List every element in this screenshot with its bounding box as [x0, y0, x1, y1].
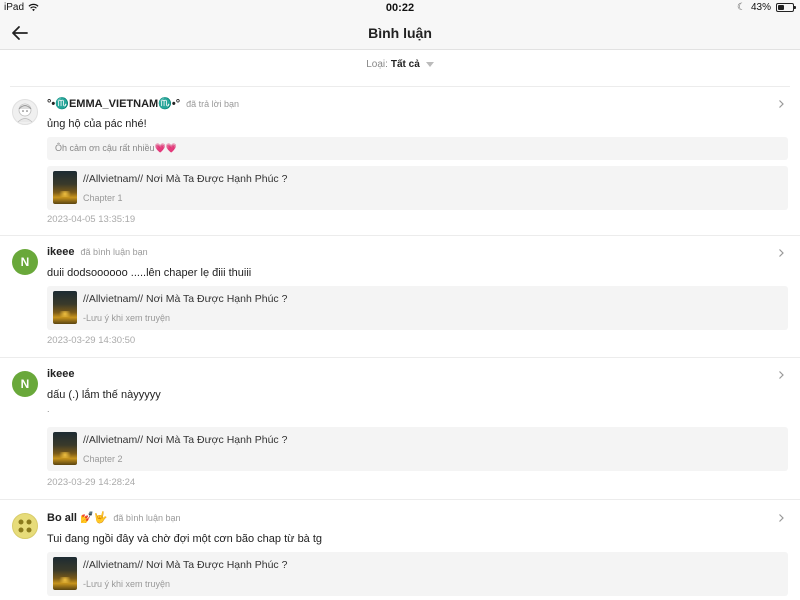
page-title: Bình luận: [368, 25, 432, 41]
story-thumbnail: [53, 432, 77, 465]
anime-avatar-icon: [17, 103, 33, 123]
story-card[interactable]: //Allvietnam// Nơi Mà Ta Được Hạnh Phúc …: [47, 166, 788, 210]
comment-list: °•♏EMMA_VIETNAM♏•° đã trả lời bạn ủng hộ…: [0, 87, 800, 600]
comment-item[interactable]: N ikeee dấu (.) lắm thế nàyyyyy . //Allv…: [0, 358, 800, 500]
timestamp: 2023-03-29 14:28:24: [47, 477, 136, 488]
story-thumbnail: [53, 291, 77, 324]
story-title: //Allvietnam// Nơi Mà Ta Được Hạnh Phúc …: [83, 293, 288, 305]
username[interactable]: ikeee: [47, 246, 75, 258]
story-chapter: -Lưu ý khi xem truyện: [83, 579, 171, 589]
battery-fill: [778, 5, 785, 10]
nav-bar: Bình luận: [0, 16, 800, 50]
story-title: //Allvietnam// Nơi Mà Ta Được Hạnh Phúc …: [83, 434, 288, 446]
comment-text-extra: .: [47, 404, 50, 414]
comment-item[interactable]: N ikeee đã bình luận bạn duii dodsoooooo…: [0, 236, 800, 358]
story-thumbnail: [53, 557, 77, 590]
quoted-reply: Ôh cảm ơn cậu rất nhiều💗💗: [47, 137, 788, 160]
timestamp: 2023-03-29 14:30:50: [47, 335, 136, 346]
comment-text: Tui đang ngồi đây và chờ đợi một cơn bão…: [47, 533, 323, 545]
action-text: đã bình luận bạn: [113, 512, 181, 523]
battery-percent: 43%: [750, 2, 771, 13]
story-thumbnail: [53, 171, 77, 204]
story-title: //Allvietnam// Nơi Mà Ta Được Hạnh Phúc …: [83, 559, 288, 571]
filter-bar: Loại: Tất cả: [0, 51, 800, 79]
comment-item[interactable]: °•♏EMMA_VIETNAM♏•° đã trả lời bạn ủng hộ…: [0, 87, 800, 236]
story-chapter: Chapter 2: [83, 454, 123, 464]
battery-icon: [776, 3, 796, 12]
chevron-right-icon[interactable]: [776, 248, 786, 258]
comment-item[interactable]: Bo all 💅🤟 đã bình luận bạn Tui đang ngồi…: [0, 500, 800, 600]
moon-icon: ☾: [737, 2, 746, 13]
avatar[interactable]: [12, 513, 38, 539]
story-card[interactable]: //Allvietnam// Nơi Mà Ta Được Hạnh Phúc …: [47, 552, 788, 596]
clock: 00:22: [385, 2, 415, 14]
chevron-right-icon[interactable]: [776, 370, 786, 380]
avatar[interactable]: N: [12, 371, 38, 397]
comment-text: ủng hộ của pác nhé!: [47, 118, 147, 130]
avatar[interactable]: [12, 99, 38, 125]
story-card[interactable]: //Allvietnam// Nơi Mà Ta Được Hạnh Phúc …: [47, 427, 788, 471]
username[interactable]: ikeee: [47, 368, 75, 380]
action-text: đã bình luận bạn: [80, 247, 148, 257]
filter-dropdown[interactable]: Loại: Tất cả: [366, 59, 434, 70]
avatar-letter: N: [20, 377, 30, 391]
filter-value: Tất cả: [390, 59, 420, 70]
story-chapter: -Lưu ý khi xem truyện: [83, 313, 171, 323]
username[interactable]: °•♏EMMA_VIETNAM♏•°: [47, 97, 180, 110]
timestamp: 2023-04-05 13:35:19: [47, 214, 136, 225]
story-chapter: Chapter 1: [83, 193, 123, 203]
username[interactable]: Bo all 💅🤟: [47, 511, 107, 524]
story-card[interactable]: //Allvietnam// Nơi Mà Ta Được Hạnh Phúc …: [47, 286, 788, 330]
action-text: đã trả lời bạn: [186, 98, 240, 109]
pattern-avatar-icon: [18, 519, 32, 533]
comment-text: dấu (.) lắm thế nàyyyyy: [47, 389, 161, 401]
story-title: //Allvietnam// Nơi Mà Ta Được Hạnh Phúc …: [83, 173, 288, 185]
filter-label: Loại:: [366, 59, 388, 70]
caret-down-icon: [425, 62, 434, 67]
chevron-right-icon[interactable]: [776, 99, 786, 109]
comment-text: duii dodsoooooo .....lên chaper lẹ điii …: [47, 267, 252, 279]
status-bar: iPad 00:22 ☾ 43%: [0, 0, 800, 16]
avatar[interactable]: N: [12, 249, 38, 275]
avatar-letter: N: [20, 255, 30, 269]
chevron-right-icon[interactable]: [776, 513, 786, 523]
